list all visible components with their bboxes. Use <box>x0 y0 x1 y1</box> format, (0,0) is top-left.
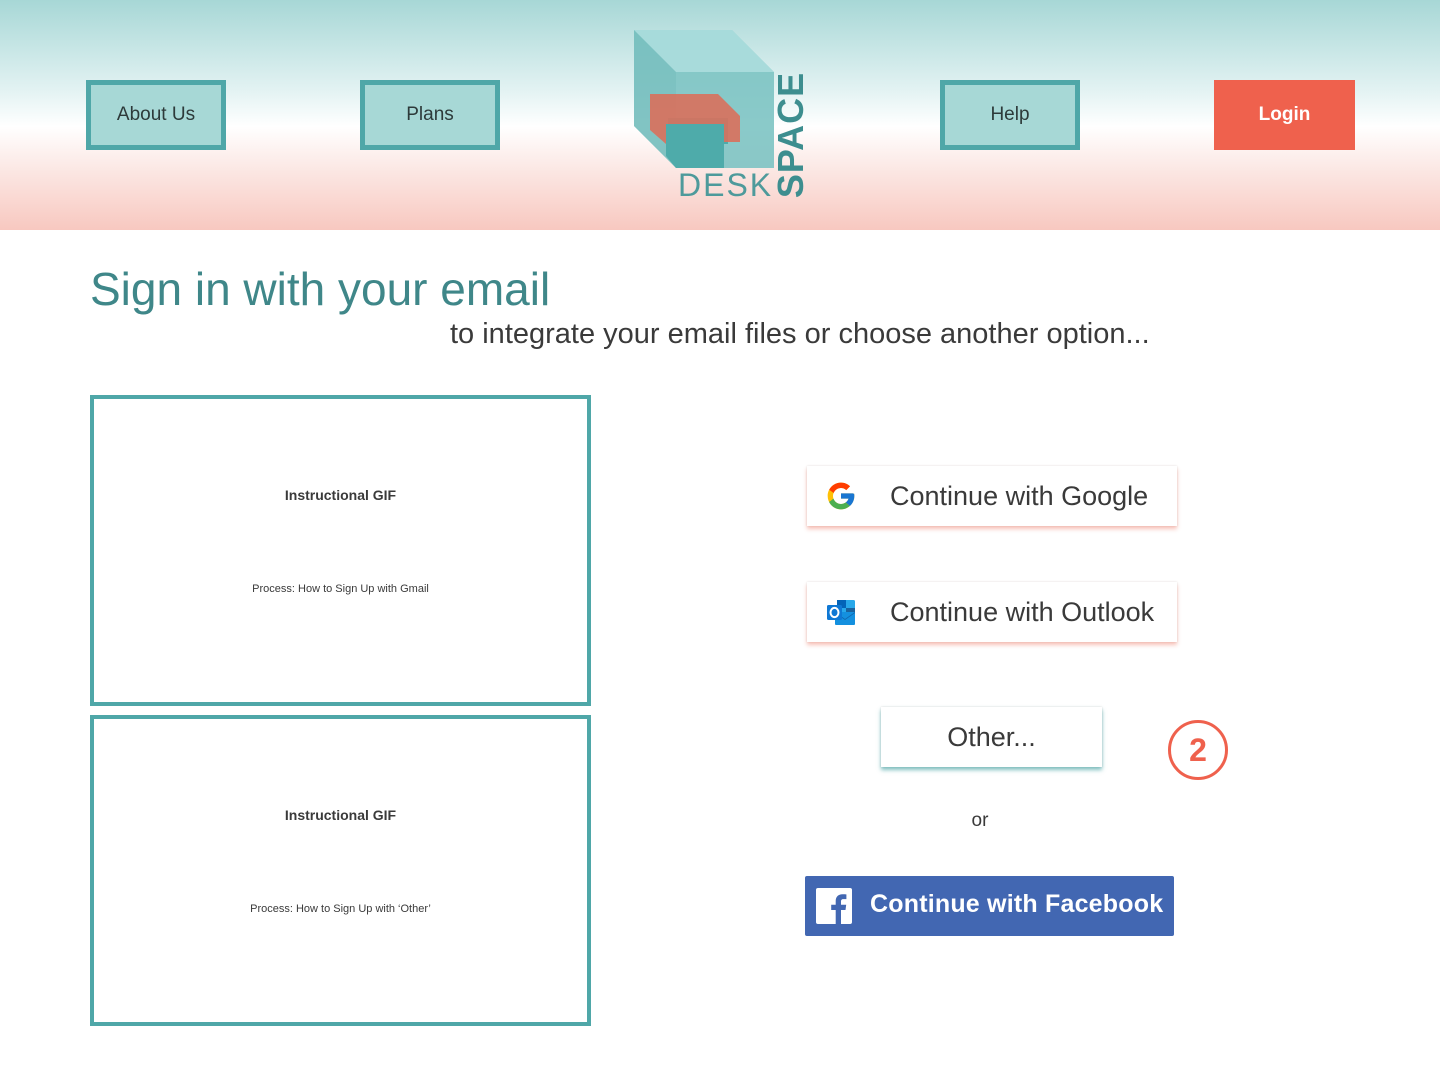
logo-word-space: SPACE <box>770 71 812 199</box>
gif-caption: Process: How to Sign Up with ‘Other’ <box>250 903 431 915</box>
instructional-gif-other: Instructional GIF Process: How to Sign U… <box>90 715 591 1026</box>
page-subtitle: to integrate your email files or choose … <box>450 318 1150 350</box>
nav-help-button[interactable]: Help <box>940 80 1080 150</box>
continue-with-outlook-button[interactable]: Continue with Outlook <box>807 582 1177 642</box>
step-number-badge: 2 <box>1168 720 1228 780</box>
continue-with-google-button[interactable]: Continue with Google <box>807 466 1177 526</box>
nav-about-us-button[interactable]: About Us <box>86 80 226 150</box>
page-title: Sign in with your email <box>90 263 551 315</box>
other-signin-button[interactable]: Other... <box>881 707 1102 767</box>
continue-with-facebook-button[interactable]: Continue with Facebook <box>805 876 1174 936</box>
login-button[interactable]: Login <box>1214 80 1355 150</box>
google-icon <box>827 482 855 510</box>
or-divider-text: or <box>971 810 989 831</box>
instructional-gif-gmail: Instructional GIF Process: How to Sign U… <box>90 395 591 706</box>
gif-caption: Process: How to Sign Up with Gmail <box>252 583 429 595</box>
google-button-label: Continue with Google <box>890 480 1149 511</box>
nav-plans-button[interactable]: Plans <box>360 80 500 150</box>
facebook-icon <box>816 888 852 924</box>
gif-title: Instructional GIF <box>284 487 397 503</box>
logo-word-desk: DESK <box>678 167 774 203</box>
outlook-button-label: Continue with Outlook <box>890 596 1155 627</box>
gif-title: Instructional GIF <box>284 807 397 823</box>
site-header: About Us Plans DESK SPACE Help Login <box>0 0 1440 230</box>
outlook-icon <box>827 600 855 625</box>
facebook-button-label: Continue with Facebook <box>870 890 1164 918</box>
